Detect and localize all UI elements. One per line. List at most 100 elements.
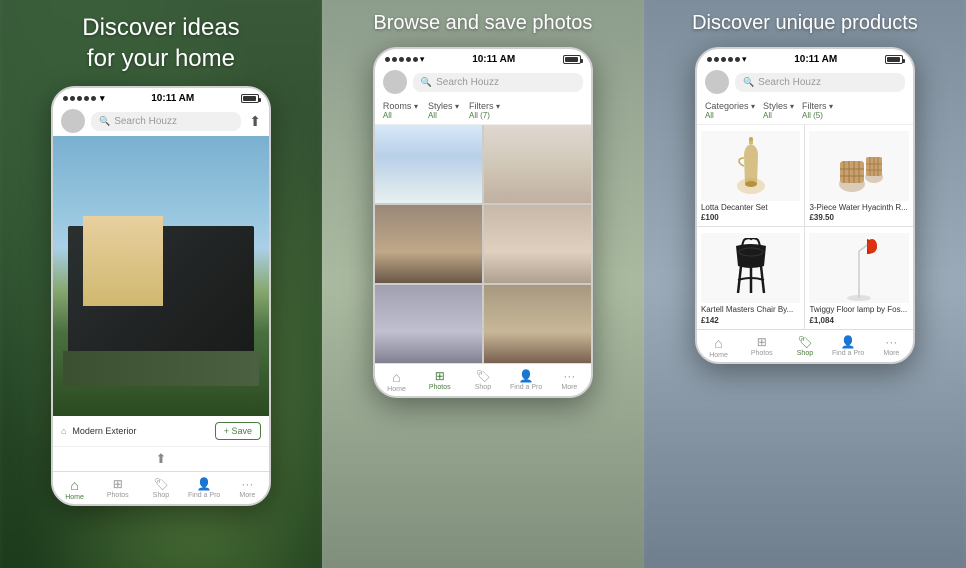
signal-3: ▾ <box>707 54 747 65</box>
search-icon-2: 🔍 <box>421 77 432 88</box>
filter-styles[interactable]: Styles ▾ All <box>428 101 459 120</box>
wifi-icon: ▾ <box>100 93 105 104</box>
nav-item-photos-1[interactable]: ⊞ Photos <box>96 477 139 501</box>
pro-label-1: Find a Pro <box>188 492 220 499</box>
signal-dot <box>70 96 75 101</box>
basket-svg <box>832 139 887 194</box>
nav-home-2[interactable]: ⌂ Home <box>375 369 418 393</box>
photo-cell-2-1 <box>375 125 482 203</box>
home-label-3: Home <box>709 352 728 359</box>
dot <box>413 57 418 62</box>
nav-pro-2[interactable]: 👤 Find a Pro <box>505 369 548 393</box>
time-2: 10:11 AM <box>472 54 515 65</box>
home-label-1: Home <box>65 494 84 501</box>
search-bar-3[interactable]: 🔍 Search Houzz <box>735 73 905 92</box>
nav-more-3[interactable]: ··· More <box>870 335 913 359</box>
nav-photos-3[interactable]: ⊞ Photos <box>740 335 783 359</box>
filter-styles-3[interactable]: Styles ▾ All <box>763 101 794 120</box>
product-name-chair: Kartell Masters Chair By... <box>701 305 801 315</box>
photo-room-2 <box>484 125 591 203</box>
photos-icon-2: ⊞ <box>435 369 445 383</box>
photo-cell-2-4 <box>484 205 591 283</box>
product-grid-3: Lotta Decanter Set £100 <box>697 125 913 329</box>
filter-categories[interactable]: Categories ▾ All <box>705 101 755 120</box>
share-icon-1[interactable]: ⬆ <box>249 113 261 130</box>
save-button-1[interactable]: + Save <box>215 422 261 440</box>
bottom-nav-2: ⌂ Home ⊞ Photos 🏷 Shop 👤 Find a Pro ··· <box>375 363 591 396</box>
nav-shop-2[interactable]: 🏷 Shop <box>461 369 504 393</box>
product-chair[interactable]: Kartell Masters Chair By... £142 <box>697 227 805 328</box>
phone-2: ▾ 10:11 AM 🔍 Search Houzz <box>373 47 593 398</box>
status-bar-3: ▾ 10:11 AM <box>697 49 913 67</box>
house-structure <box>63 186 259 386</box>
filter-rooms[interactable]: Rooms ▾ All <box>383 101 418 120</box>
phone-3: ▾ 10:11 AM 🔍 Search Houzz <box>695 47 915 364</box>
search-bar-1[interactable]: 🔍 Search Houzz <box>91 112 241 131</box>
nav-home-3[interactable]: ⌂ Home <box>697 335 740 359</box>
pro-label-2: Find a Pro <box>510 384 542 391</box>
dot <box>721 57 726 62</box>
product-name-basket: 3-Piece Water Hyacinth R... <box>809 203 909 213</box>
photo-cell-2-3 <box>375 205 482 283</box>
shop-icon-3: 🏷 <box>797 335 812 349</box>
dot <box>707 57 712 62</box>
house-accent <box>83 216 163 306</box>
product-decanter[interactable]: Lotta Decanter Set £100 <box>697 125 805 226</box>
wifi-2: ▾ <box>420 54 425 65</box>
product-image-chair <box>701 233 801 303</box>
nav-shop-3[interactable]: 🏷 Shop <box>783 335 826 359</box>
avatar-1 <box>61 109 85 133</box>
dot <box>406 57 411 62</box>
share-icon-bottom[interactable]: ⬆ <box>156 451 167 467</box>
filter-filters[interactable]: Filters ▾ All (7) <box>469 101 500 120</box>
signal-dot <box>84 96 89 101</box>
top-bar-3: 🔍 Search Houzz <box>697 67 913 97</box>
photo-cell-2-2 <box>484 125 591 203</box>
nav-photos-2[interactable]: ⊞ Photos <box>418 369 461 393</box>
search-bar-2[interactable]: 🔍 Search Houzz <box>413 73 583 92</box>
photo-room-6 <box>484 285 591 363</box>
signal-dot <box>63 96 68 101</box>
column-2-heading: Browse and save photos <box>373 12 592 35</box>
product-price-lamp: £1,084 <box>809 316 909 325</box>
bottom-nav-1: ⌂ Home ⊞ Photos 🏷 Shop 👤 Find a Pro ··· <box>53 471 269 504</box>
more-icon-1: ··· <box>241 477 253 491</box>
shop-icon-2: 🏷 <box>475 369 490 383</box>
nav-more-2[interactable]: ··· More <box>548 369 591 393</box>
battery-fill-2 <box>565 57 578 62</box>
column-3-heading: Discover unique products <box>692 12 918 35</box>
product-name-lamp: Twiggy Floor lamp by Fos... <box>809 305 909 315</box>
home-icon-1: ⌂ <box>70 477 78 493</box>
bottom-nav-3: ⌂ Home ⊞ Photos 🏷 Shop 👤 Find a Pro ··· <box>697 329 913 362</box>
battery-2 <box>563 55 581 64</box>
battery-icon-3 <box>885 55 903 64</box>
time-display-1: 10:11 AM <box>151 93 194 104</box>
phone-1: ▾ 10:11 AM 🔍 Search Houzz ⬆ <box>51 86 271 506</box>
battery-area <box>241 94 259 103</box>
product-basket[interactable]: 3-Piece Water Hyacinth R... £39.50 <box>805 125 913 226</box>
nav-item-more-1[interactable]: ··· More <box>226 477 269 501</box>
nav-item-shop-1[interactable]: 🏷 Shop <box>139 477 182 501</box>
photo-grid-2 <box>375 125 591 363</box>
decanter-svg <box>731 136 771 196</box>
more-label-1: More <box>239 492 255 499</box>
product-lamp[interactable]: Twiggy Floor lamp by Fos... £1,084 <box>805 227 913 328</box>
photos-label-1: Photos <box>107 492 129 499</box>
more-icon-3: ··· <box>885 335 897 349</box>
dot <box>392 57 397 62</box>
wifi-3: ▾ <box>742 54 747 65</box>
nav-item-home-1[interactable]: ⌂ Home <box>53 477 96 501</box>
filter-filters-3[interactable]: Filters ▾ All (5) <box>802 101 833 120</box>
product-price-chair: £142 <box>701 316 801 325</box>
home-icon-3: ⌂ <box>714 335 722 351</box>
nav-pro-3[interactable]: 👤 Find a Pro <box>827 335 870 359</box>
shop-icon-1: 🏷 <box>153 477 168 491</box>
photo-room-1 <box>375 125 482 203</box>
pro-icon-3: 👤 <box>841 335 856 349</box>
battery-3 <box>885 55 903 64</box>
photos-icon-1: ⊞ <box>113 477 123 491</box>
lamp-svg <box>839 236 879 301</box>
filter-bar-2: Rooms ▾ All Styles ▾ All Filters ▾ All (… <box>375 97 591 125</box>
nav-item-pro-1[interactable]: 👤 Find a Pro <box>183 477 226 501</box>
pro-icon-1: 👤 <box>197 477 212 491</box>
